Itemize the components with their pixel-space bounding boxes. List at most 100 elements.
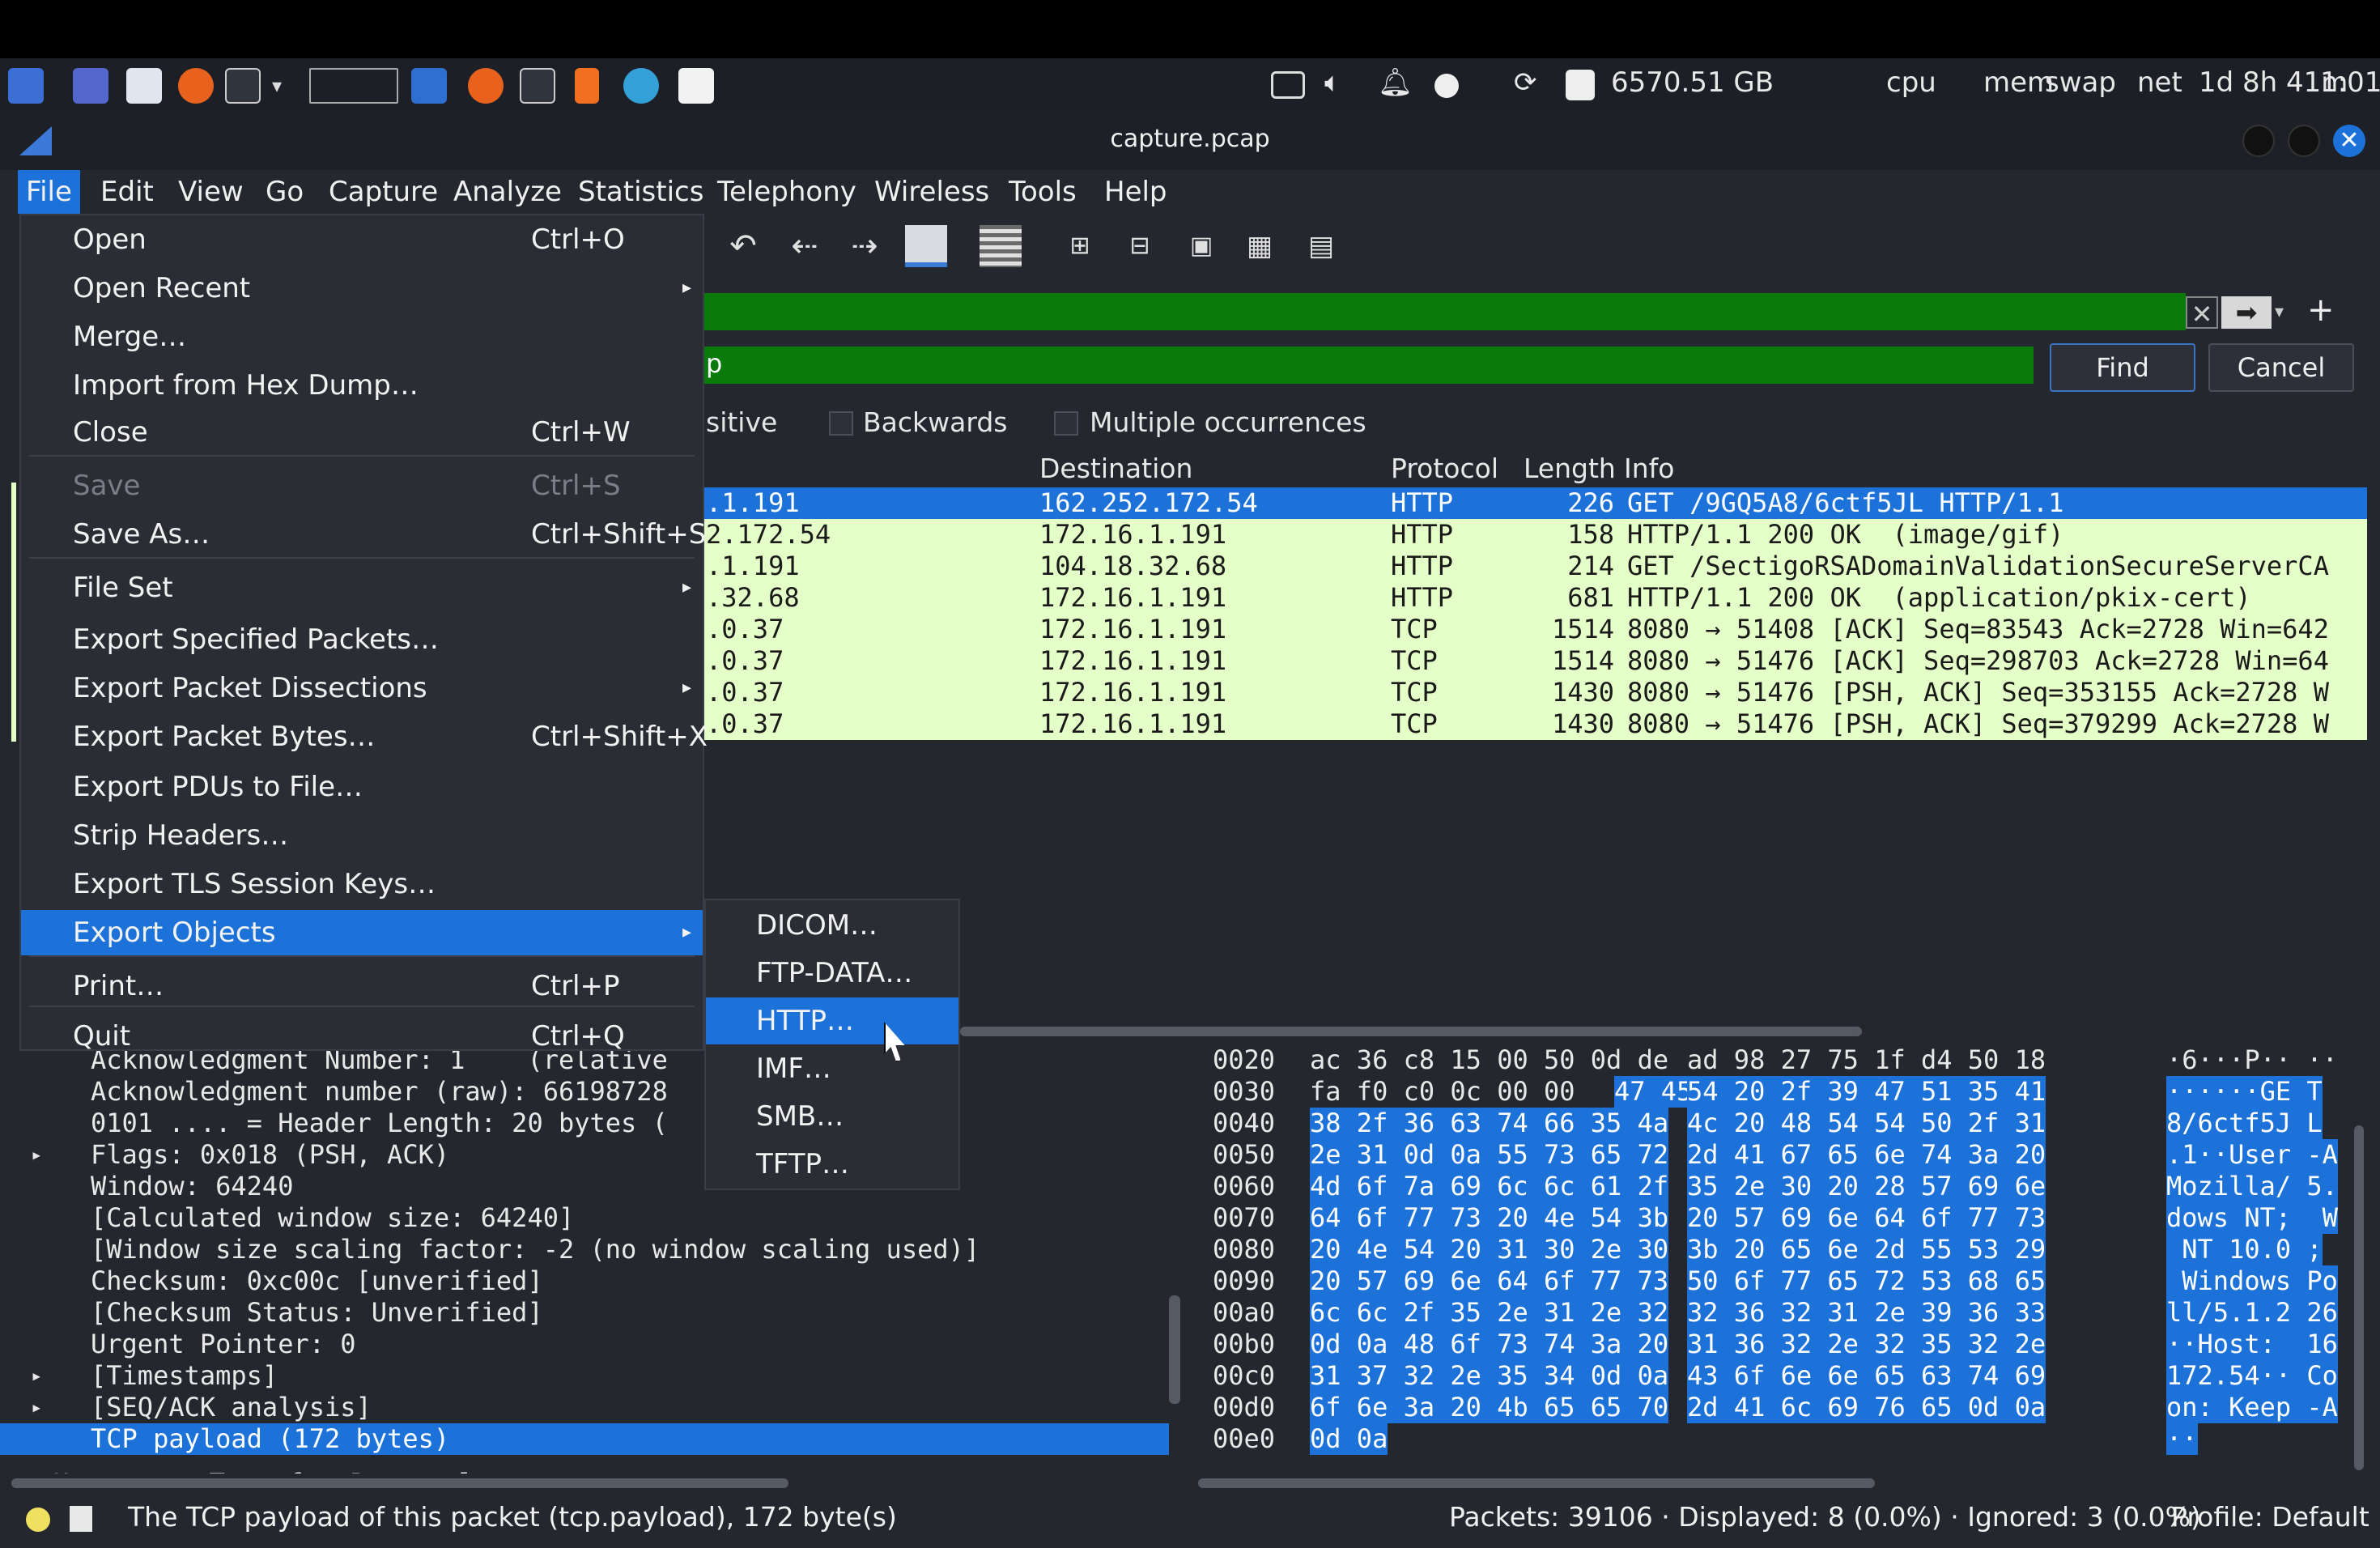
menu-analyze[interactable]: Analyze <box>445 170 570 214</box>
hex-bytes-pre[interactable]: fa f0 c0 0c 00 00 <box>1310 1076 1591 1108</box>
menu-go[interactable]: Go <box>257 170 312 214</box>
column-length[interactable]: Length <box>1524 450 1616 487</box>
resize-columns-icon[interactable]: ▦ <box>1239 225 1281 267</box>
table-row[interactable]: .0.37 172.16.1.191 TCP 1514 8080 → 51408 [AC… <box>704 614 2367 645</box>
export-objects-item[interactable]: IMF… <box>706 1045 958 1092</box>
hex-ascii[interactable]: ·6···P·· ·· <box>2166 1044 2338 1076</box>
expand-arrow-icon[interactable]: ▸ <box>31 1139 42 1171</box>
expand-arrow-icon[interactable]: ▸ <box>31 1360 42 1392</box>
bytes-hscroll[interactable] <box>1198 1478 1875 1488</box>
chevron-down-icon[interactable]: ▾ <box>272 68 291 104</box>
hex-bytes-a[interactable]: 64 6f 77 73 20 4e 54 3b <box>1310 1202 1669 1234</box>
multiple-occurrences-label[interactable]: Multiple occurrences <box>1090 406 1366 438</box>
hex-bytes-a[interactable]: 6f 6e 3a 20 4b 65 65 70 <box>1310 1392 1669 1423</box>
colorize-icon[interactable] <box>980 225 1022 267</box>
go-first-icon[interactable]: ↶ <box>722 225 764 267</box>
packet-list-hscroll[interactable] <box>960 1027 1862 1036</box>
go-forward-icon[interactable]: ⇢ <box>844 225 886 267</box>
hex-bytes-b[interactable]: 20 57 69 6e 64 6f 77 73 <box>1687 1202 2046 1234</box>
file-menu-item[interactable]: Save As… Ctrl+Shift+S <box>21 512 706 557</box>
hex-bytes-b[interactable]: 2d 41 67 65 6e 74 3a 20 <box>1687 1139 2046 1171</box>
zoom-out-icon[interactable]: ⊟ <box>1119 225 1161 267</box>
hex-bytes-b[interactable]: 50 6f 77 65 72 53 68 65 <box>1687 1265 2046 1297</box>
export-objects-item[interactable]: FTP-DATA… <box>706 950 958 997</box>
hex-bytes-a[interactable]: 6c 6c 2f 35 2e 31 2e 32 <box>1310 1297 1669 1329</box>
export-objects-item[interactable]: DICOM… <box>706 902 958 949</box>
file-menu-item[interactable]: Strip Headers… <box>21 813 703 858</box>
hex-ascii[interactable]: ··Host: 16 <box>2166 1329 2338 1360</box>
hex-bytes-a[interactable]: 0d 0a 48 6f 73 74 3a 20 <box>1310 1329 1669 1360</box>
column-destination[interactable]: Destination <box>1039 450 1192 487</box>
menu-capture[interactable]: Capture <box>321 170 446 214</box>
wireshark-taskbar-icon[interactable] <box>411 68 447 104</box>
profile-label[interactable]: Profile: Default <box>2171 1501 2369 1533</box>
hex-ascii[interactable]: NT 10.0 ; <box>2166 1234 2323 1265</box>
file-menu-item[interactable]: Export Specified Packets… <box>21 617 703 662</box>
app-taskbar-icon[interactable] <box>623 68 659 104</box>
display-icon[interactable] <box>1271 71 1305 99</box>
cancel-button[interactable]: Cancel <box>2208 343 2354 392</box>
file-menu-item[interactable]: Export Objects ▸ <box>21 910 703 955</box>
app-menu-icon[interactable] <box>8 68 44 104</box>
hex-ascii[interactable]: ·· <box>2166 1423 2198 1455</box>
add-filter-button-icon[interactable]: + <box>2307 290 2340 330</box>
hex-bytes-b[interactable]: 54 20 2f 39 47 51 35 41 <box>1687 1076 2046 1108</box>
column-info[interactable]: Info <box>1624 450 1674 487</box>
normal-size-icon[interactable]: ▣ <box>1180 225 1222 267</box>
table-row[interactable]: .1.191 104.18.32.68 HTTP 214 GET /SectigoRSA… <box>704 551 2367 582</box>
refresh-icon[interactable]: ⟳ <box>1514 66 1537 99</box>
hex-bytes-a[interactable]: 31 37 32 2e 35 34 0d 0a <box>1310 1360 1669 1392</box>
file-menu-item[interactable]: Open Recent ▸ <box>21 266 703 311</box>
menu-telephony[interactable]: Telephony <box>709 170 865 214</box>
hex-bytes-b[interactable]: 35 2e 30 20 28 57 69 6e <box>1687 1171 2046 1202</box>
hex-ascii[interactable]: 172.54·· Co <box>2166 1360 2338 1392</box>
table-row[interactable]: .0.37 172.16.1.191 TCP 1430 8080 → 51476 [PS… <box>704 708 2367 740</box>
hex-bytes-b[interactable]: ad 98 27 75 1f d4 50 18 <box>1687 1044 2046 1076</box>
menu-statistics[interactable]: Statistics <box>570 170 712 214</box>
bytes-vscroll[interactable] <box>2354 1125 2364 1470</box>
file-menu-item[interactable]: Export PDUs to File… <box>21 764 703 810</box>
hex-bytes-a[interactable]: 20 57 69 6e 64 6f 77 73 <box>1310 1265 1669 1297</box>
hex-bytes-b[interactable]: 3b 20 65 6e 2d 55 53 29 <box>1687 1234 2046 1265</box>
export-objects-item[interactable]: TFTP… <box>706 1141 958 1188</box>
hex-bytes-b[interactable]: 4c 20 48 54 54 50 2f 31 <box>1687 1108 2046 1139</box>
terminal-icon[interactable] <box>225 68 261 104</box>
hex-ascii[interactable]: dows NT; W <box>2166 1202 2338 1234</box>
hex-ascii[interactable]: .1··User -A <box>2166 1139 2338 1171</box>
hex-bytes-a[interactable]: 4d 6f 7a 69 6c 6c 61 2f <box>1310 1171 1669 1202</box>
expand-arrow-icon[interactable]: ▸ <box>31 1392 42 1423</box>
table-row[interactable]: 2.172.54 172.16.1.191 HTTP 158 HTTP/1.1 200 … <box>704 519 2367 551</box>
hex-bytes-a[interactable]: ac 36 c8 15 00 50 0d de <box>1310 1044 1668 1076</box>
expert-info-icon[interactable] <box>26 1508 50 1532</box>
file-menu-item[interactable]: Export Packet Dissections ▸ <box>21 666 703 711</box>
file-menu-item[interactable]: Open Ctrl+O <box>21 217 703 262</box>
file-menu-item[interactable]: Merge… <box>21 314 703 359</box>
multiple-occurrences-checkbox[interactable] <box>1054 411 1078 436</box>
table-row[interactable]: .0.37 172.16.1.191 TCP 1514 8080 → 51476 [AC… <box>704 645 2367 677</box>
case-sensitive-label[interactable]: sitive <box>706 406 777 438</box>
filter-history-icon[interactable]: ▾ <box>2275 296 2297 329</box>
backwards-label[interactable]: Backwards <box>863 406 1007 438</box>
backwards-checkbox[interactable] <box>829 411 853 436</box>
file-menu-item[interactable]: Close Ctrl+W <box>21 410 703 455</box>
column-protocol[interactable]: Protocol <box>1391 450 1498 487</box>
desktop-icon[interactable] <box>73 68 108 104</box>
menu-tools[interactable]: Tools <box>1001 170 1085 214</box>
file-menu-item[interactable]: Quit Ctrl+Q <box>21 1014 703 1059</box>
maximize-icon[interactable] <box>2288 125 2320 157</box>
hex-bytes-b[interactable]: 32 36 32 31 2e 39 36 33 <box>1687 1297 2046 1329</box>
table-row[interactable]: .32.68 172.16.1.191 HTTP 681 HTTP/1.1 200 OK… <box>704 582 2367 614</box>
layout-icon[interactable]: ▤ <box>1300 225 1342 267</box>
find-button[interactable]: Find <box>2050 343 2195 392</box>
terminal-taskbar-icon[interactable] <box>520 68 555 104</box>
menu-file[interactable]: File <box>18 170 80 214</box>
file-menu-item[interactable]: File Set ▸ <box>21 565 703 610</box>
comment-icon[interactable] <box>70 1506 92 1532</box>
hex-bytes-a[interactable]: 38 2f 36 63 74 66 35 4a <box>1310 1108 1669 1139</box>
firefox-taskbar-icon[interactable] <box>468 68 504 104</box>
table-row[interactable]: .0.37 172.16.1.191 TCP 1430 8080 → 51476 [PS… <box>704 677 2367 708</box>
hex-bytes-b[interactable]: 43 6f 6e 6e 65 63 74 69 <box>1687 1360 2046 1392</box>
bell-icon[interactable]: 🔔︎ <box>1378 66 1413 99</box>
hex-ascii[interactable]: ll/5.1.2 26 <box>2166 1297 2338 1329</box>
go-back-icon[interactable]: ⇠ <box>784 225 826 267</box>
